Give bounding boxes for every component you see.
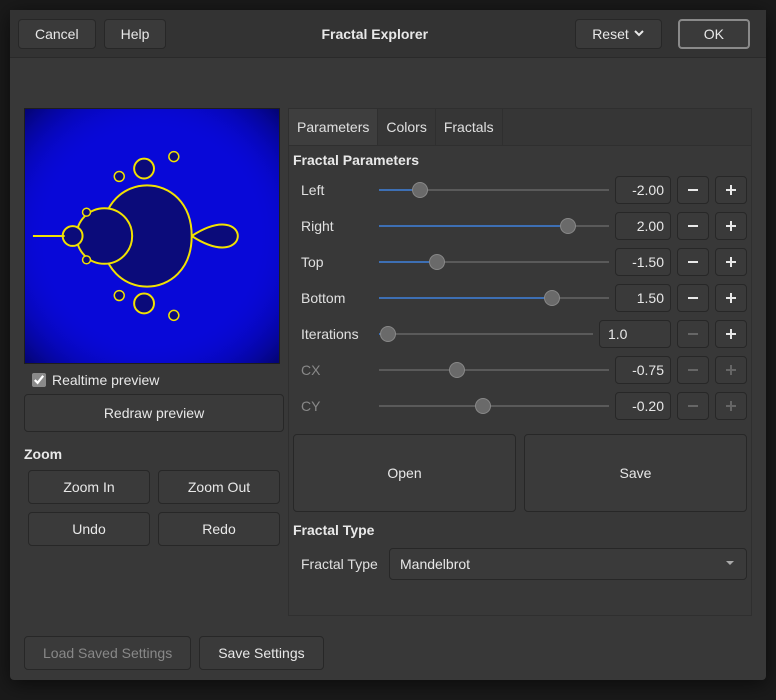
zoom-out-button[interactable]: Zoom Out bbox=[158, 470, 280, 504]
right-minus-button[interactable] bbox=[677, 212, 709, 240]
fractal-preview[interactable] bbox=[24, 108, 280, 364]
fractal-type-label: Fractal Type bbox=[301, 556, 379, 572]
open-button[interactable]: Open bbox=[293, 434, 516, 512]
tab-bar: Parameters Colors Fractals bbox=[289, 109, 751, 146]
left-slider[interactable] bbox=[379, 178, 609, 202]
fractal-parameters-title: Fractal Parameters bbox=[293, 152, 751, 168]
iterations-plus-button[interactable] bbox=[715, 320, 747, 348]
tab-fractals[interactable]: Fractals bbox=[436, 109, 503, 145]
bottom-minus-button[interactable] bbox=[677, 284, 709, 312]
help-button[interactable]: Help bbox=[104, 19, 167, 49]
bottom-slider[interactable] bbox=[379, 286, 609, 310]
window-title: Fractal Explorer bbox=[174, 26, 575, 42]
param-row-cx: CX -0.75 bbox=[289, 352, 751, 388]
chevron-down-icon bbox=[724, 556, 736, 572]
ok-button[interactable]: OK bbox=[678, 19, 750, 49]
top-minus-button[interactable] bbox=[677, 248, 709, 276]
iterations-minus-button bbox=[677, 320, 709, 348]
cx-value: -0.75 bbox=[615, 356, 671, 384]
save-settings-button[interactable]: Save Settings bbox=[199, 636, 323, 670]
realtime-preview-checkbox[interactable] bbox=[32, 373, 46, 387]
zoom-in-button[interactable]: Zoom In bbox=[28, 470, 150, 504]
right-value[interactable]: 2.00 bbox=[615, 212, 671, 240]
left-plus-button[interactable] bbox=[715, 176, 747, 204]
realtime-preview-label: Realtime preview bbox=[52, 372, 159, 388]
fractal-type-title: Fractal Type bbox=[293, 522, 751, 538]
undo-button[interactable]: Undo bbox=[28, 512, 150, 546]
save-button[interactable]: Save bbox=[524, 434, 747, 512]
param-row-right: Right 2.00 bbox=[289, 208, 751, 244]
iterations-slider[interactable] bbox=[379, 322, 593, 346]
chevron-down-icon bbox=[633, 26, 645, 42]
param-row-cy: CY -0.20 bbox=[289, 388, 751, 424]
left-minus-button[interactable] bbox=[677, 176, 709, 204]
cy-minus-button bbox=[677, 392, 709, 420]
param-row-iterations: Iterations 1.0 bbox=[289, 316, 751, 352]
param-row-top: Top -1.50 bbox=[289, 244, 751, 280]
right-plus-button[interactable] bbox=[715, 212, 747, 240]
iterations-value[interactable]: 1.0 bbox=[599, 320, 671, 348]
redo-button[interactable]: Redo bbox=[158, 512, 280, 546]
reset-button[interactable]: Reset bbox=[575, 19, 662, 49]
cx-slider bbox=[379, 358, 609, 382]
param-row-left: Left -2.00 bbox=[289, 172, 751, 208]
top-value[interactable]: -1.50 bbox=[615, 248, 671, 276]
titlebar: Cancel Help Fractal Explorer Reset OK bbox=[10, 10, 766, 58]
zoom-section-title: Zoom bbox=[24, 446, 284, 462]
cx-plus-button bbox=[715, 356, 747, 384]
param-row-bottom: Bottom 1.50 bbox=[289, 280, 751, 316]
mandelbrot-image bbox=[25, 109, 279, 363]
tab-parameters[interactable]: Parameters bbox=[289, 109, 378, 145]
cy-plus-button bbox=[715, 392, 747, 420]
cy-value: -0.20 bbox=[615, 392, 671, 420]
cancel-button[interactable]: Cancel bbox=[18, 19, 96, 49]
load-saved-settings-button[interactable]: Load Saved Settings bbox=[24, 636, 191, 670]
redraw-preview-button[interactable]: Redraw preview bbox=[24, 394, 284, 432]
left-value[interactable]: -2.00 bbox=[615, 176, 671, 204]
top-plus-button[interactable] bbox=[715, 248, 747, 276]
top-slider[interactable] bbox=[379, 250, 609, 274]
right-slider[interactable] bbox=[379, 214, 609, 238]
realtime-preview-row[interactable]: Realtime preview bbox=[32, 372, 284, 388]
cx-minus-button bbox=[677, 356, 709, 384]
tab-colors[interactable]: Colors bbox=[378, 109, 435, 145]
bottom-value[interactable]: 1.50 bbox=[615, 284, 671, 312]
fractal-type-dropdown[interactable]: Mandelbrot bbox=[389, 548, 747, 580]
cy-slider bbox=[379, 394, 609, 418]
bottom-plus-button[interactable] bbox=[715, 284, 747, 312]
